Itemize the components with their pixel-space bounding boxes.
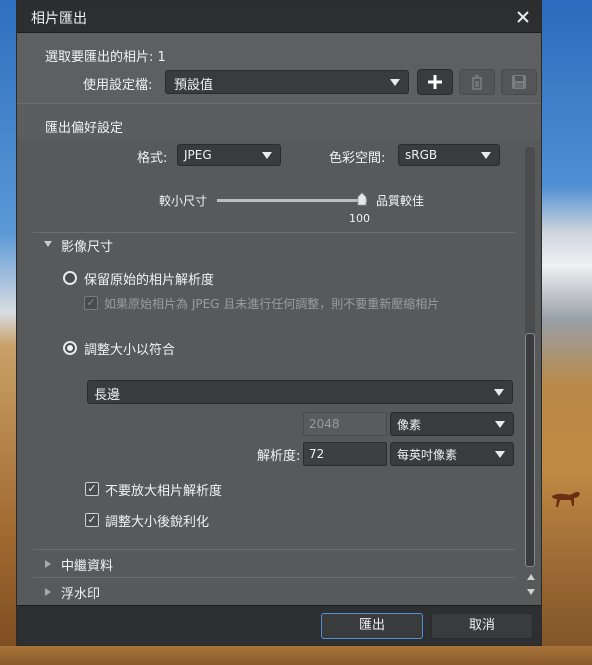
dialog-title: 相片匯出 — [31, 11, 87, 27]
keep-original-radio[interactable] — [63, 271, 77, 285]
resize-label: 調整大小以符合 — [84, 343, 176, 358]
size-value: 2048 — [309, 417, 340, 431]
size-input[interactable]: 2048 — [303, 412, 387, 436]
resolution-unit-value: 每英吋像素 — [397, 448, 458, 462]
settings-panel — [17, 139, 541, 605]
expand-triangle-icon[interactable] — [45, 588, 51, 596]
plus-icon — [428, 75, 442, 89]
resize-radio[interactable] — [63, 341, 77, 355]
background-left — [0, 0, 16, 665]
size-unit-select[interactable]: 像素 — [390, 412, 514, 436]
background-right — [542, 0, 592, 665]
metadata-section-title[interactable]: 中繼資料 — [61, 555, 113, 574]
divider — [33, 549, 515, 550]
preferences-header: 匯出偏好設定 — [17, 103, 541, 139]
profile-value: 預設值 — [174, 78, 214, 93]
selected-count-label: 選取要匯出的相片: 1 — [45, 50, 166, 65]
divider — [33, 232, 515, 233]
sharpen-checkbox[interactable]: ✓ — [85, 513, 99, 527]
format-value: JPEG — [184, 148, 212, 162]
chevron-down-icon — [495, 451, 505, 458]
sharpen-label: 調整大小後銳利化 — [105, 515, 210, 530]
format-select[interactable]: JPEG — [177, 144, 281, 166]
chevron-down-icon — [262, 152, 272, 159]
horse-image — [552, 491, 580, 507]
scroll-down-icon[interactable] — [527, 589, 535, 595]
slider-left-label: 較小尺寸 — [159, 194, 208, 208]
chevron-down-icon — [481, 152, 491, 159]
export-dialog: 相片匯出 選取要匯出的相片: 1 使用設定檔: 預設值 匯出偏好設定 格式: J… — [16, 0, 542, 646]
no-recompress-label: 如果原始相片為 JPEG 且未進行任何調整，則不要重新壓縮相片 — [104, 297, 440, 311]
chevron-down-icon — [494, 389, 504, 396]
fit-value: 長邊 — [94, 388, 121, 403]
colorspace-value: sRGB — [405, 148, 438, 162]
export-button[interactable]: 匯出 — [321, 613, 423, 639]
no-enlarge-label: 不要放大相片解析度 — [105, 484, 223, 499]
profile-select[interactable]: 預設值 — [165, 70, 409, 94]
size-unit-value: 像素 — [397, 418, 422, 432]
title-bar: 相片匯出 — [17, 1, 541, 33]
resolution-unit-select[interactable]: 每英吋像素 — [390, 442, 514, 466]
no-recompress-checkbox[interactable]: ✓ — [84, 296, 98, 310]
profile-label: 使用設定檔: — [83, 78, 153, 93]
add-profile-button[interactable] — [417, 69, 453, 95]
resolution-input[interactable]: 72 — [303, 442, 387, 466]
divider — [33, 577, 515, 578]
expand-triangle-icon[interactable] — [45, 560, 51, 568]
format-label: 格式: — [137, 151, 168, 166]
chevron-down-icon — [495, 421, 505, 428]
save-icon — [512, 75, 526, 89]
image-size-title: 影像尺寸 — [61, 240, 114, 255]
watermark-section-title[interactable]: 浮水印 — [61, 583, 100, 602]
quality-slider-handle[interactable] — [357, 192, 367, 206]
keep-original-label: 保留原始的相片解析度 — [84, 273, 215, 288]
scroll-up-icon[interactable] — [527, 574, 535, 580]
preferences-title: 匯出偏好設定 — [45, 121, 124, 136]
trash-icon — [472, 75, 482, 90]
collapse-triangle-icon[interactable] — [44, 241, 52, 247]
background-bottom — [0, 646, 592, 665]
scrollbar-thumb[interactable] — [525, 333, 535, 567]
colorspace-label: 色彩空間: — [329, 151, 386, 166]
radio-dot — [67, 345, 73, 351]
resolution-label: 解析度: — [257, 449, 301, 464]
slider-right-label: 品質較佳 — [376, 194, 425, 208]
save-profile-button[interactable] — [501, 69, 537, 95]
no-enlarge-checkbox[interactable]: ✓ — [85, 482, 99, 496]
colorspace-select[interactable]: sRGB — [398, 144, 500, 166]
fit-select[interactable]: 長邊 — [87, 380, 513, 404]
delete-profile-button[interactable] — [459, 69, 495, 95]
close-button[interactable] — [511, 6, 535, 28]
chevron-down-icon — [390, 79, 400, 86]
resolution-value: 72 — [309, 447, 325, 461]
cancel-button[interactable]: 取消 — [431, 613, 533, 639]
quality-slider-track[interactable] — [217, 199, 367, 202]
close-icon — [517, 11, 529, 23]
quality-value: 100 — [349, 212, 370, 225]
